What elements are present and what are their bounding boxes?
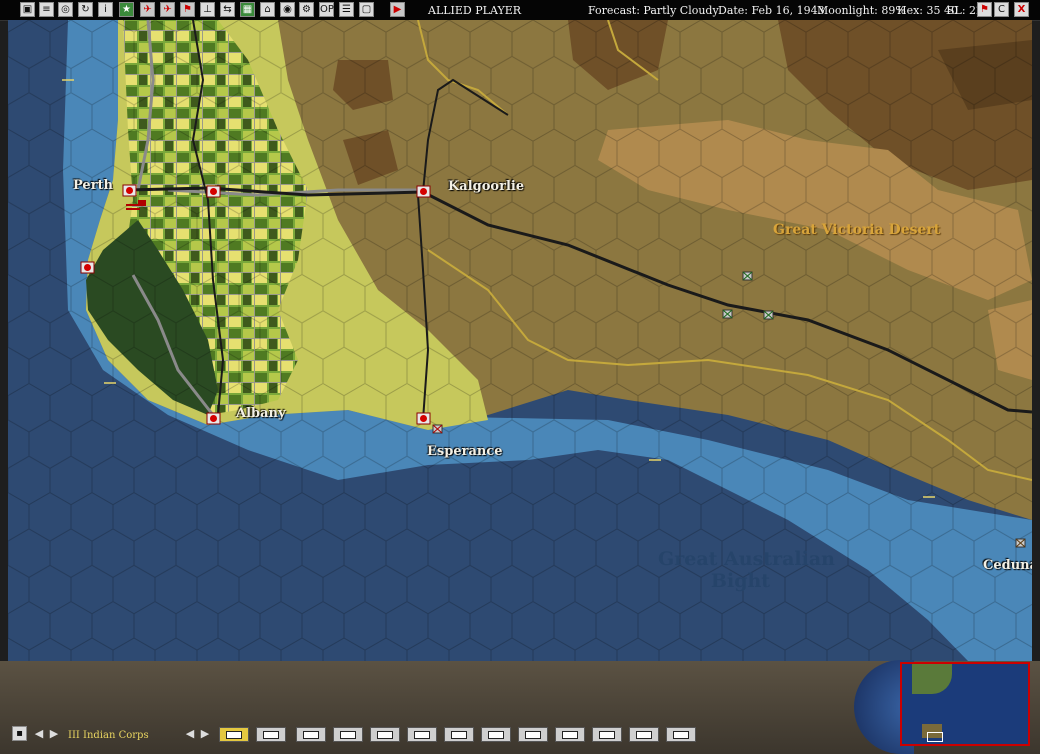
- close-button[interactable]: X: [1014, 2, 1029, 17]
- unit-artillery-5[interactable]: [629, 727, 659, 742]
- unit-panel-icon[interactable]: ▪: [12, 726, 27, 741]
- date-label: Date: Feb 16, 1943: [718, 4, 825, 17]
- aircraft-icon[interactable]: ✈: [140, 2, 155, 17]
- region-bight-line1: Great Australian: [658, 548, 835, 570]
- minimap-viewport[interactable]: [927, 732, 943, 742]
- base-icon[interactable]: ⊥: [200, 2, 215, 17]
- game-map[interactable]: Perth Kalgoorlie Albany Esperance Ceduna…: [8, 20, 1032, 661]
- prev-unit-arrow[interactable]: ◀: [32, 727, 46, 741]
- op-icon[interactable]: OP: [319, 2, 334, 17]
- end-turn-icon[interactable]: ▶: [390, 2, 405, 17]
- unit-infantry-1[interactable]: [296, 727, 326, 742]
- list-icon[interactable]: ☰: [339, 2, 354, 17]
- unit-hq-button[interactable]: [256, 727, 286, 742]
- info-icon[interactable]: i: [98, 2, 113, 17]
- unit-infantry-4[interactable]: [407, 727, 437, 742]
- flag-toggle-icon[interactable]: ⚑: [977, 2, 992, 17]
- next-unit-arrow[interactable]: ▶: [47, 727, 61, 741]
- city-esperance[interactable]: Esperance: [427, 444, 503, 459]
- unit-artillery-1[interactable]: [481, 727, 511, 742]
- city-perth[interactable]: Perth: [73, 178, 113, 193]
- star-icon[interactable]: ★: [119, 2, 134, 17]
- unit-corps-button[interactable]: [219, 727, 249, 742]
- unit-bar: ▪ ◀ ▶ III Indian Corps ◀ ▶: [0, 722, 900, 746]
- turn-icon[interactable]: ▣: [20, 2, 35, 17]
- ground-icon[interactable]: ⌂: [260, 2, 275, 17]
- unit-infantry-5[interactable]: [444, 727, 474, 742]
- reports-icon[interactable]: ≡: [39, 2, 54, 17]
- window-icon[interactable]: ▢: [359, 2, 374, 17]
- minimap-asia: [912, 664, 952, 694]
- prev-formation-arrow[interactable]: ◀: [183, 727, 197, 741]
- moonlight-label: Moonlight: 89%: [817, 4, 906, 17]
- air-mission-icon[interactable]: ✈: [160, 2, 175, 17]
- globe-icon[interactable]: ◉: [280, 2, 295, 17]
- city-ceduna[interactable]: Ceduna: [983, 558, 1032, 573]
- unit-artillery-3[interactable]: [555, 727, 585, 742]
- unit-infantry-2[interactable]: [333, 727, 363, 742]
- region-great-victoria-desert: Great Victoria Desert: [773, 222, 941, 238]
- city-albany[interactable]: Albany: [236, 406, 286, 421]
- unit-artillery-4[interactable]: [592, 727, 622, 742]
- top-toolbar: ▣ ≡ ◎ ↻ i ★ ✈ ✈ ⚑ ⊥ ⇆ ▦ ⌂ ◉ ⚙ OP ☰ ▢ ▶ A…: [0, 0, 1040, 21]
- c-button[interactable]: C: [994, 2, 1009, 17]
- player-label: ALLIED PLAYER: [428, 4, 522, 17]
- supply-icon[interactable]: ⇆: [220, 2, 235, 17]
- unit-artillery-2[interactable]: [518, 727, 548, 742]
- forecast-label: Forecast: Partly Cloudy: [588, 4, 719, 17]
- refresh-icon[interactable]: ↻: [78, 2, 93, 17]
- region-bight-line2: Bight: [710, 570, 771, 592]
- flag-icon[interactable]: ⚑: [180, 2, 195, 17]
- terrain-icon[interactable]: ▦: [240, 2, 255, 17]
- settings-icon[interactable]: ⚙: [299, 2, 314, 17]
- unit-infantry-3[interactable]: [370, 727, 400, 742]
- mini-map[interactable]: [900, 662, 1030, 746]
- intel-icon[interactable]: ◎: [58, 2, 73, 17]
- next-formation-arrow[interactable]: ▶: [198, 727, 212, 741]
- unit-engineer-1[interactable]: [666, 727, 696, 742]
- corps-label[interactable]: III Indian Corps: [68, 730, 149, 741]
- region-great-australian-bight: Great Australian Bight: [658, 548, 835, 592]
- city-kalgoorlie[interactable]: Kalgoorlie: [448, 179, 524, 194]
